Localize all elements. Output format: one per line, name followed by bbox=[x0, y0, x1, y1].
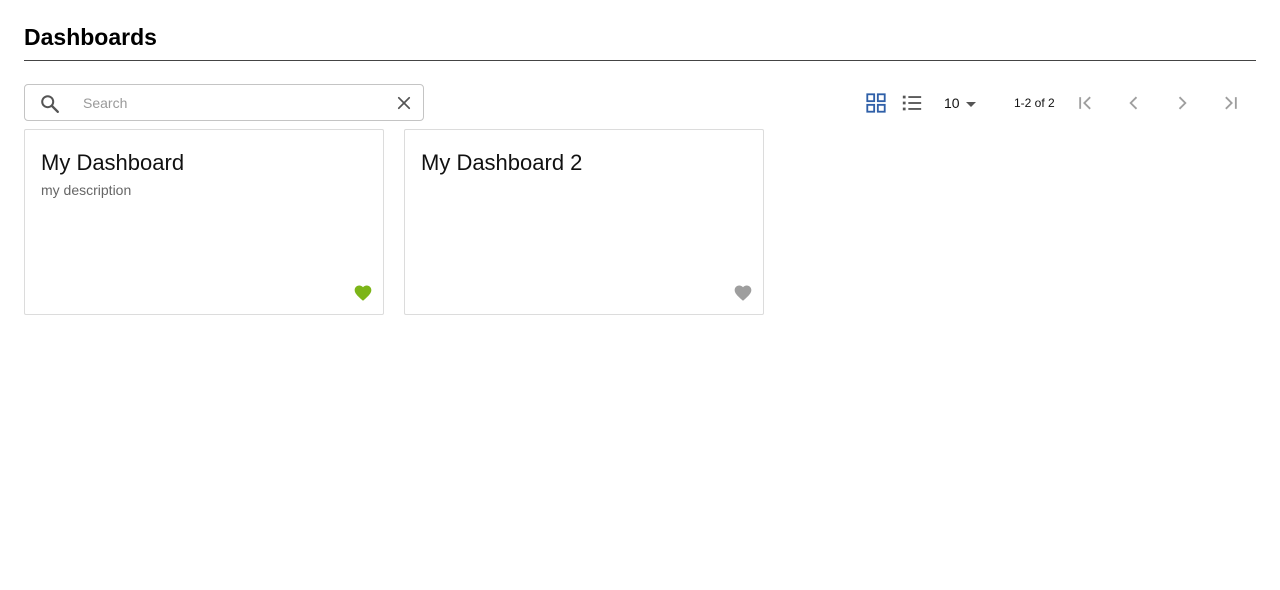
dashboard-card[interactable]: My Dashboard 2 bbox=[404, 129, 764, 315]
caret-down-icon bbox=[965, 101, 976, 107]
last-page-icon bbox=[1225, 96, 1237, 110]
dashboard-card[interactable]: My Dashboard my description bbox=[24, 129, 384, 315]
first-page-button[interactable] bbox=[1072, 89, 1100, 117]
chevron-left-icon bbox=[1129, 96, 1138, 110]
dashboard-card-title: My Dashboard 2 bbox=[421, 150, 583, 175]
chevron-right-icon bbox=[1178, 96, 1187, 110]
title-divider bbox=[24, 60, 1256, 61]
grid-view-icon bbox=[866, 93, 886, 113]
search-box[interactable] bbox=[24, 84, 424, 121]
dashboards-page: Dashboards 10 bbox=[0, 0, 1280, 590]
next-page-button[interactable] bbox=[1168, 89, 1196, 117]
heart-icon[interactable] bbox=[353, 283, 373, 303]
pagination-range: 1-2 of 2 bbox=[1014, 96, 1055, 110]
first-page-icon bbox=[1079, 96, 1091, 110]
page-title: Dashboards bbox=[24, 24, 157, 50]
list-view-icon bbox=[902, 95, 922, 111]
search-input[interactable] bbox=[83, 91, 383, 115]
list-view-button[interactable] bbox=[898, 89, 926, 117]
close-icon[interactable] bbox=[395, 94, 413, 112]
dashboard-card-title: My Dashboard bbox=[41, 150, 185, 175]
dashboard-card-description: my description bbox=[41, 182, 132, 198]
grid-view-button[interactable] bbox=[862, 89, 890, 117]
page-size-value: 10 bbox=[944, 95, 960, 111]
previous-page-button[interactable] bbox=[1120, 89, 1148, 117]
search-icon bbox=[41, 95, 59, 113]
last-page-button[interactable] bbox=[1216, 89, 1244, 117]
page-size-select[interactable]: 10 bbox=[944, 89, 976, 117]
heart-icon[interactable] bbox=[733, 283, 753, 303]
